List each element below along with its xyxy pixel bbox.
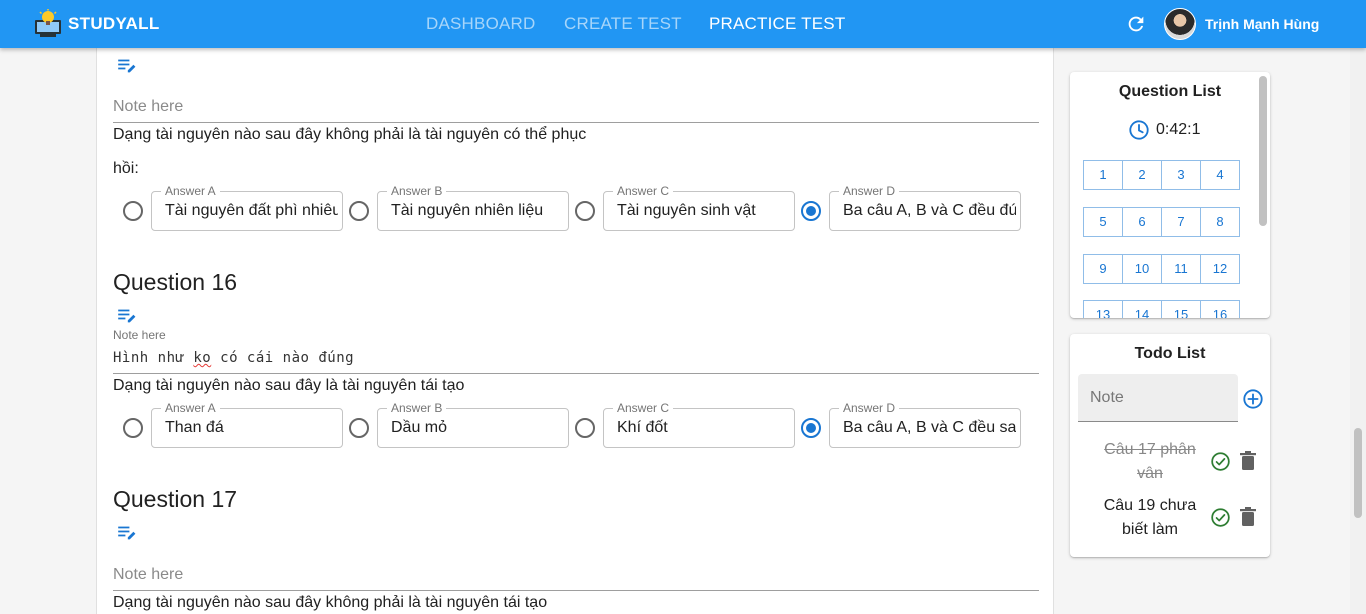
answer-d-field[interactable]: Answer D Ba câu A, B và C đều sai: [829, 401, 1021, 448]
question-title: Question 16: [113, 269, 238, 295]
question-number-button[interactable]: 8: [1200, 207, 1240, 237]
page-scrollbar-thumb[interactable]: [1354, 428, 1362, 518]
delete-icon[interactable]: [1240, 451, 1256, 471]
answer-label: Answer B: [387, 184, 447, 198]
question-number-button[interactable]: 12: [1200, 254, 1240, 284]
answer-d-field[interactable]: Answer D Ba câu A, B và C đều đúng: [829, 184, 1021, 231]
question-number-button[interactable]: 5: [1083, 207, 1123, 237]
question-number-button[interactable]: 14: [1122, 300, 1162, 318]
question-text: Dạng tài nguyên nào sau đây là tài nguyê…: [113, 377, 465, 394]
question-number-button[interactable]: 16: [1200, 300, 1240, 318]
note-field[interactable]: Note here: [113, 94, 1039, 123]
question-list-title: Question List: [1118, 83, 1222, 100]
todo-item-text: Câu 17 phân vân: [1104, 441, 1196, 482]
answer-value: Than đá: [165, 419, 224, 436]
todo-input[interactable]: Note: [1078, 374, 1238, 422]
answer-value: Tài nguyên nhiên liệu: [391, 202, 544, 219]
note-field[interactable]: Note here Hình như ko có cái nào đúng: [113, 328, 1039, 374]
answer-label: Answer B: [387, 401, 447, 415]
note-placeholder: Note here: [113, 98, 184, 115]
answer-value: Tài nguyên sinh vật: [617, 202, 756, 219]
answer-c-radio[interactable]: [575, 418, 595, 438]
todo-list-card: Todo List Note Câu 17 phân vân Câu 19 ch…: [1070, 334, 1270, 557]
answer-b-field[interactable]: Answer B Dầu mỏ: [377, 401, 569, 448]
question-number-button[interactable]: 9: [1083, 254, 1123, 284]
answer-c-field[interactable]: Answer C Tài nguyên sinh vật: [603, 184, 795, 231]
question-title: Question 17: [113, 486, 238, 512]
question-text: Dạng tài nguyên nào sau đây không phải l…: [113, 594, 548, 611]
add-circle-icon[interactable]: [1242, 388, 1264, 410]
answer-label: Answer C: [613, 184, 674, 198]
question-number-button[interactable]: 10: [1122, 254, 1162, 284]
question-number-button[interactable]: 4: [1200, 160, 1240, 190]
question-list-card: Question List 0:42:1 1 2 3 4 5 6 7 8 9 1…: [1070, 72, 1270, 318]
note-label: Note here: [113, 328, 166, 342]
answer-value: Dầu mỏ: [391, 419, 448, 436]
question-number-button[interactable]: 11: [1161, 254, 1201, 284]
page-scrollbar[interactable]: [1350, 48, 1366, 614]
note-value: Hình như ko có cái nào đúng: [113, 350, 355, 366]
timer: 0:42:1: [1128, 119, 1200, 141]
todo-list-title: Todo List: [1134, 345, 1206, 362]
answer-a-radio[interactable]: [123, 418, 143, 438]
studyall-logo-icon: [35, 9, 61, 37]
question-number-button[interactable]: 1: [1083, 160, 1123, 190]
todo-input-placeholder: Note: [1090, 389, 1124, 406]
question-number-grid: 1 2 3 4 5 6 7 8 9 10 11 12 13 14 15 16: [1083, 160, 1240, 318]
question-panel: Note here Dạng tài nguyên nào sau đây kh…: [96, 48, 1054, 614]
note-placeholder: Note here: [113, 566, 184, 583]
answer-label: Answer C: [613, 401, 674, 415]
brand-name: STUDYALL: [68, 14, 160, 33]
nav-dashboard[interactable]: DASHBOARD: [426, 14, 536, 34]
answer-value: Khí đốt: [617, 419, 668, 436]
check-circle-icon[interactable]: [1210, 507, 1231, 528]
app-bar: STUDYALL DASHBOARD CREATE TEST PRACTICE …: [0, 0, 1366, 48]
timer-value: 0:42:1: [1156, 121, 1201, 138]
question-number-button[interactable]: 7: [1161, 207, 1201, 237]
answer-b-radio[interactable]: [349, 201, 369, 221]
question-number-button[interactable]: 15: [1161, 300, 1201, 318]
answer-label: Answer A: [161, 184, 220, 198]
user-avatar[interactable]: [1164, 8, 1196, 40]
answer-a-radio[interactable]: [123, 201, 143, 221]
edit-note-icon[interactable]: [117, 58, 137, 74]
nav-practice-test[interactable]: PRACTICE TEST: [709, 14, 845, 34]
question-text-cont: hồi:: [113, 160, 139, 177]
question-number-button[interactable]: 13: [1083, 300, 1123, 318]
refresh-icon[interactable]: [1125, 13, 1147, 35]
answer-value: Ba câu A, B và C đều đúng: [843, 202, 1016, 219]
edit-note-icon[interactable]: [117, 525, 137, 541]
note-field[interactable]: Note here: [113, 562, 1039, 591]
answer-label: Answer D: [839, 401, 900, 415]
edit-note-icon[interactable]: [117, 308, 137, 324]
question-number-button[interactable]: 2: [1122, 160, 1162, 190]
todo-item-text: Câu 19 chưa biết làm: [1103, 497, 1197, 538]
answer-c-radio[interactable]: [575, 201, 595, 221]
answer-a-field[interactable]: Answer A Tài nguyên đất phì nhiêu: [151, 184, 343, 231]
answer-d-radio[interactable]: [801, 418, 821, 438]
clock-icon: [1129, 120, 1149, 140]
check-circle-icon[interactable]: [1210, 451, 1231, 472]
question-text: Dạng tài nguyên nào sau đây không phải l…: [113, 126, 587, 143]
user-name[interactable]: Trịnh Mạnh Hùng: [1205, 16, 1319, 32]
answer-value: Ba câu A, B và C đều sai: [843, 419, 1016, 436]
answer-label: Answer D: [839, 184, 900, 198]
question-number-button[interactable]: 6: [1122, 207, 1162, 237]
nav-create-test[interactable]: CREATE TEST: [564, 14, 682, 34]
answer-d-radio[interactable]: [801, 201, 821, 221]
answer-label: Answer A: [161, 401, 220, 415]
answer-c-field[interactable]: Answer C Khí đốt: [603, 401, 795, 448]
question-number-button[interactable]: 3: [1161, 160, 1201, 190]
answer-b-field[interactable]: Answer B Tài nguyên nhiên liệu: [377, 184, 569, 231]
answer-a-field[interactable]: Answer A Than đá: [151, 401, 343, 448]
delete-icon[interactable]: [1240, 507, 1256, 527]
answer-value: Tài nguyên đất phì nhiêu: [165, 202, 338, 219]
brand[interactable]: STUDYALL: [32, 8, 160, 40]
answer-b-radio[interactable]: [349, 418, 369, 438]
